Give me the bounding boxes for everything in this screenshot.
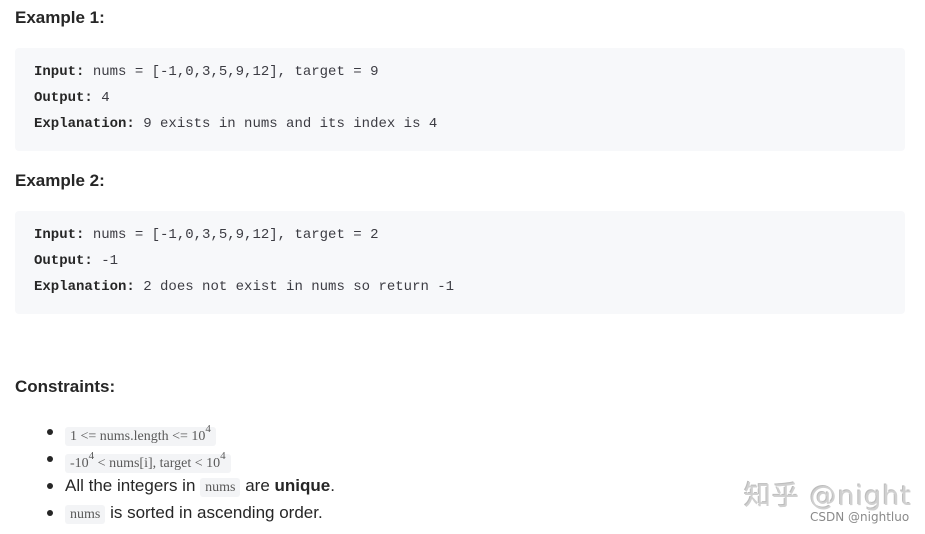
example-1-output-line: Output: 4 (34, 90, 110, 106)
inline-code: nums (65, 505, 106, 524)
output-value: -1 (92, 253, 119, 269)
input-value: nums = [-1,0,3,5,9,12], target = 2 (84, 227, 379, 243)
constraint-item: nums is sorted in ascending order. (47, 499, 335, 526)
inline-code: nums (200, 478, 241, 497)
constraint-item: All the integers in nums are unique. (47, 472, 335, 499)
zhihu-watermark: 知乎 @night (744, 481, 913, 512)
example-2-output-line: Output: -1 (34, 253, 118, 269)
example-2-code-block: Input: nums = [-1,0,3,5,9,12], target = … (15, 211, 905, 314)
constraints-list: 1 <= nums.length <= 104 -104 < nums[i], … (15, 418, 335, 526)
example-1-explanation-line: Explanation: 9 exists in nums and its in… (34, 116, 437, 132)
constraints-heading: Constraints: (15, 377, 116, 396)
output-label: Output: (34, 90, 93, 106)
explanation-label: Explanation: (34, 279, 135, 295)
inline-code: -104 < nums[i], target < 104 (65, 450, 231, 473)
input-value: nums = [-1,0,3,5,9,12], target = 9 (84, 64, 379, 80)
example-1-input-line: Input: nums = [-1,0,3,5,9,12], target = … (34, 64, 378, 80)
example-1-heading: Example 1: (15, 8, 105, 27)
example-2-input-line: Input: nums = [-1,0,3,5,9,12], target = … (34, 227, 378, 243)
input-label: Input: (34, 64, 85, 80)
csdn-credit: CSDN @nightluo (810, 510, 910, 524)
constraint-item: -104 < nums[i], target < 104 (47, 445, 335, 473)
output-value: 4 (92, 90, 110, 106)
explanation-label: Explanation: (34, 116, 135, 132)
explanation-value: 2 does not exist in nums so return -1 (134, 279, 455, 295)
inline-code: 1 <= nums.length <= 104 (65, 423, 216, 446)
input-label: Input: (34, 227, 85, 243)
example-1-code-block: Input: nums = [-1,0,3,5,9,12], target = … (15, 48, 905, 151)
example-2-heading: Example 2: (15, 171, 105, 190)
constraint-item: 1 <= nums.length <= 104 (47, 418, 335, 446)
explanation-value: 9 exists in nums and its index is 4 (134, 116, 438, 132)
example-2-explanation-line: Explanation: 2 does not exist in nums so… (34, 279, 454, 295)
output-label: Output: (34, 253, 93, 269)
emphasis: unique (274, 476, 331, 495)
